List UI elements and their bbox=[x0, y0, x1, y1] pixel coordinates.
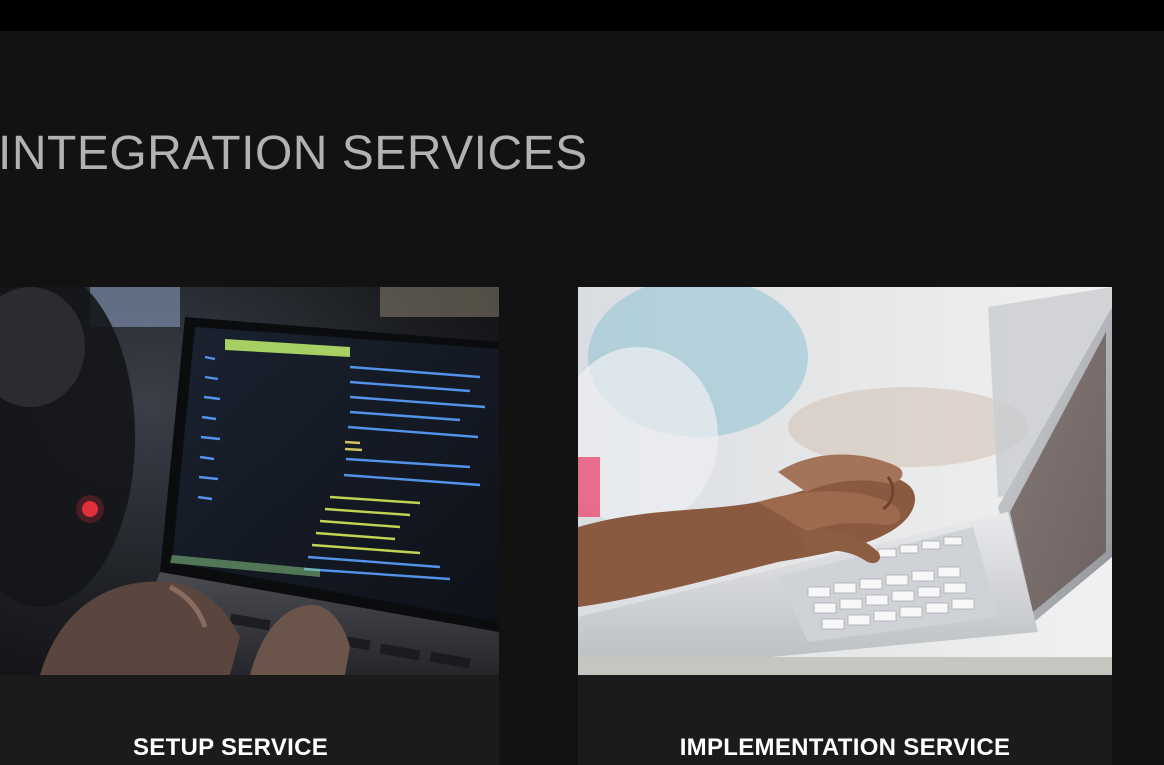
service-card-setup[interactable]: SETUP SERVICE bbox=[0, 287, 499, 765]
integration-services-section: INTEGRATION SERVICES SETUP SERVICE IMPLE… bbox=[0, 31, 1164, 765]
hands-typing-laptop-photo bbox=[578, 287, 1112, 675]
service-card-implementation[interactable]: IMPLEMENTATION SERVICE bbox=[578, 287, 1112, 765]
laptop-code-screen-photo bbox=[0, 287, 499, 675]
top-bar bbox=[0, 0, 1164, 31]
card-title-setup-service[interactable]: SETUP SERVICE bbox=[0, 733, 480, 763]
card-title-implementation-service[interactable]: IMPLEMENTATION SERVICE bbox=[578, 733, 1112, 763]
section-title: INTEGRATION SERVICES bbox=[0, 127, 588, 180]
